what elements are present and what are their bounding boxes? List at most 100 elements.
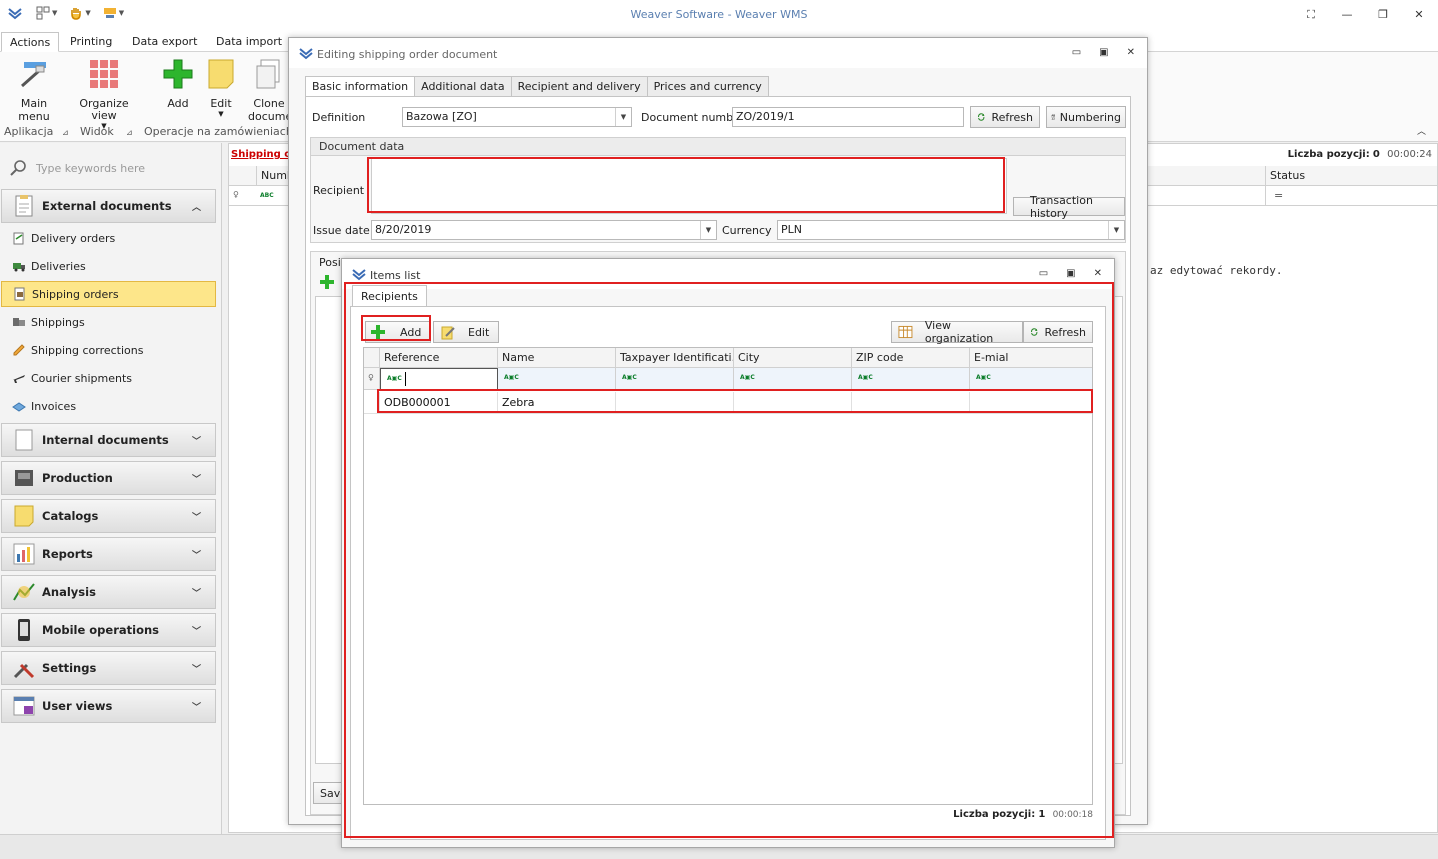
document-number-input[interactable]: ZO/2019/1	[732, 107, 964, 127]
dialog-launcher-icon[interactable]: ⊿	[62, 128, 69, 137]
nav-item-label: Deliveries	[31, 259, 86, 273]
issue-date-input[interactable]: 8/20/2019 ▼	[371, 220, 717, 240]
chevron-down-icon[interactable]: ▼	[1108, 221, 1124, 239]
close-icon[interactable]: ✕	[1127, 47, 1135, 58]
organize-view-button[interactable]: Organize view ▼	[78, 58, 130, 130]
document-data-header: Document data	[311, 138, 1125, 156]
edit-label: Edit	[210, 97, 232, 110]
nav-item-invoices[interactable]: Invoices	[1, 393, 216, 419]
nav-item-label: Shipping orders	[32, 287, 119, 301]
main-menu-icon	[21, 62, 46, 88]
tab-additional-data[interactable]: Additional data	[414, 76, 512, 97]
nav-item-courier-shipments[interactable]: Courier shipments	[1, 365, 216, 391]
document-number-value: ZO/2019/1	[736, 110, 795, 123]
main-menu-button[interactable]: Main menu	[6, 58, 62, 123]
fullscreen-button[interactable]: ⛶	[1300, 6, 1322, 24]
highlight-recipient	[367, 157, 1005, 213]
user-views-icon	[13, 696, 35, 716]
pencil-icon	[13, 344, 25, 356]
tab-prices-currency[interactable]: Prices and currency	[646, 76, 769, 97]
tab-actions[interactable]: Actions	[1, 32, 60, 52]
tab-printing[interactable]: Printing	[62, 32, 120, 52]
clone-label-1: Clone	[253, 97, 285, 110]
nav-item-shippings[interactable]: Shippings	[1, 309, 216, 335]
definition-label: Definition	[312, 111, 366, 124]
document-number-label: Document number	[641, 111, 745, 124]
nav-group-mobile-operations[interactable]: Mobile operations ﹀	[1, 613, 216, 647]
close-icon[interactable]: ✕	[1094, 268, 1102, 279]
recipient-label: Recipient	[313, 184, 365, 197]
analysis-icon	[13, 583, 35, 601]
app-logo-icon	[352, 269, 366, 281]
nav-item-shipping-orders[interactable]: Shipping orders	[1, 281, 216, 307]
minimize-icon[interactable]: ▭	[1072, 47, 1081, 58]
definition-value: Bazowa [ZO]	[406, 110, 477, 123]
tab-recipient-delivery[interactable]: Recipient and delivery	[510, 76, 648, 97]
nav-group-production[interactable]: Production ﹀	[1, 461, 216, 495]
minimize-button[interactable]: —	[1336, 6, 1358, 24]
currency-select[interactable]: PLN ▼	[777, 220, 1125, 240]
production-icon	[15, 470, 33, 486]
truck-icon	[13, 263, 25, 272]
nav-group-analysis[interactable]: Analysis ﹀	[1, 575, 216, 609]
nav-group-internal-documents[interactable]: Internal documents ﹀	[1, 423, 216, 457]
search-input[interactable]: Type keywords here	[36, 162, 145, 175]
nav-item-label: Delivery orders	[31, 231, 116, 245]
add-button[interactable]: Add	[160, 58, 196, 110]
nav-group-label: Internal documents	[42, 433, 169, 447]
tab-data-import[interactable]: Data import	[208, 32, 290, 52]
chevron-up-icon: ︿	[191, 203, 201, 213]
nav-item-label: Invoices	[31, 399, 77, 413]
plus-icon[interactable]	[319, 274, 335, 290]
catalogs-icon	[14, 505, 34, 527]
numbering-button[interactable]: AB 12 Numbering	[1046, 106, 1126, 128]
mobile-icon	[18, 619, 30, 641]
close-button[interactable]: ✕	[1408, 6, 1430, 24]
external-documents-icon	[15, 195, 33, 217]
definition-select[interactable]: Bazowa [ZO] ▼	[402, 107, 632, 127]
window-controls: ⛶ — ❐ ✕	[1300, 6, 1430, 24]
chevron-down-icon: ﹀	[191, 513, 201, 523]
refresh-icon	[978, 113, 985, 121]
status-filter[interactable]: =	[1265, 186, 1437, 206]
column-status[interactable]: Status	[1265, 166, 1437, 186]
nav-group-user-views[interactable]: User views ﹀	[1, 689, 216, 723]
chevron-down-icon[interactable]: ▼	[615, 108, 631, 126]
tab-data-export[interactable]: Data export	[124, 32, 205, 52]
shipping-orders-link[interactable]: Shipping or	[231, 149, 296, 160]
chevron-down-icon: ﹀	[191, 703, 201, 713]
dialog-launcher-icon[interactable]: ⊿	[126, 128, 133, 137]
app-logo-icon	[299, 48, 313, 60]
nav-item-delivery-orders[interactable]: Delivery orders	[1, 225, 216, 251]
nav-group-catalogs[interactable]: Catalogs ﹀	[1, 499, 216, 533]
grid-icon	[90, 60, 118, 88]
nav-group-external-documents[interactable]: External documents ︿	[1, 189, 216, 223]
nav-group-settings[interactable]: Settings ﹀	[1, 651, 216, 685]
nav-group-reports[interactable]: Reports ﹀	[1, 537, 216, 571]
editing-dialog-titlebar: Editing shipping order document ▭ ▣ ✕	[289, 38, 1147, 68]
tab-basic-information[interactable]: Basic information	[305, 76, 416, 97]
refresh-button[interactable]: Refresh	[970, 106, 1040, 128]
edit-button[interactable]: Edit ▼	[203, 58, 239, 118]
chevron-down-icon: ﹀	[191, 589, 201, 599]
collapse-ribbon-icon[interactable]: ︿	[1417, 124, 1426, 137]
transaction-history-button[interactable]: Transaction history	[1013, 194, 1125, 220]
restore-button[interactable]: ❐	[1372, 6, 1394, 24]
nav-item-shipping-corrections[interactable]: Shipping corrections	[1, 337, 216, 363]
group-label-widok: Widok	[80, 125, 114, 138]
nav-search[interactable]: Type keywords here	[10, 159, 210, 177]
nav-item-deliveries[interactable]: Deliveries	[1, 253, 216, 279]
dialog-controls: ▭ ▣ ✕	[1039, 268, 1102, 279]
maximize-icon[interactable]: ▣	[1099, 47, 1108, 58]
delivery-order-icon	[13, 232, 24, 245]
nav-item-label: Courier shipments	[31, 371, 132, 385]
minimize-icon[interactable]: ▭	[1039, 268, 1048, 279]
group-label-operacje: Operacje na zamówieniach od	[144, 125, 311, 138]
navigation-pane: Type keywords here External documents ︿ …	[0, 143, 222, 859]
numbering-icon: AB12	[1051, 114, 1055, 121]
clone-label-2: documen	[248, 110, 300, 123]
clone-document-button[interactable]: Clone documen	[248, 58, 300, 123]
maximize-icon[interactable]: ▣	[1066, 268, 1075, 279]
chevron-down-icon[interactable]: ▼	[700, 221, 716, 239]
abc-filter-icon: ABC	[260, 192, 274, 199]
